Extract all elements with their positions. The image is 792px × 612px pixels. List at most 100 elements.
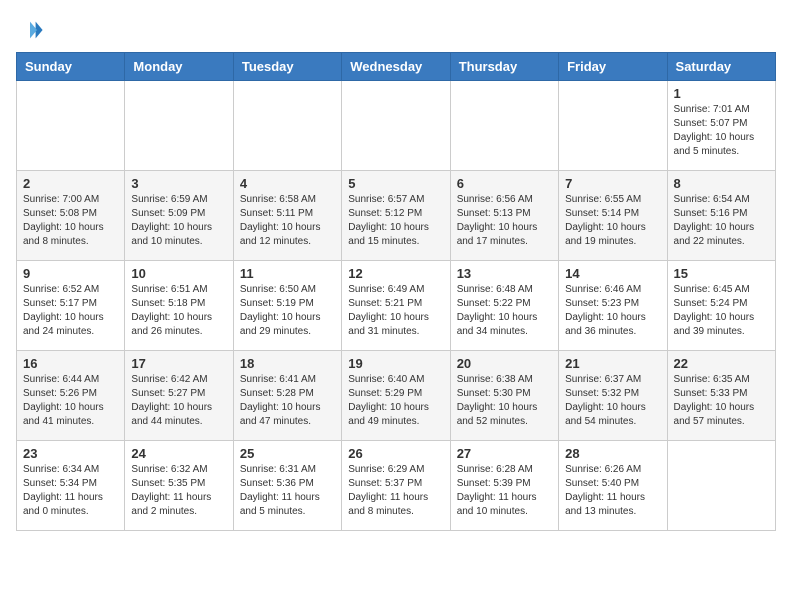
col-header-friday: Friday bbox=[559, 53, 667, 81]
day-info: Sunrise: 6:31 AM Sunset: 5:36 PM Dayligh… bbox=[240, 463, 335, 519]
day-cell: 13 Sunrise: 6:48 AM Sunset: 5:22 PM Dayli… bbox=[450, 261, 558, 351]
day-number: 25 bbox=[240, 446, 335, 461]
logo-icon bbox=[16, 16, 44, 44]
day-number: 6 bbox=[457, 176, 552, 191]
day-info: Sunrise: 6:44 AM Sunset: 5:26 PM Dayligh… bbox=[23, 373, 118, 429]
day-number: 9 bbox=[23, 266, 118, 281]
week-row-1: 1 Sunrise: 7:01 AM Sunset: 5:07 PM Daylig… bbox=[17, 81, 776, 171]
col-header-monday: Monday bbox=[125, 53, 233, 81]
day-info: Sunrise: 6:45 AM Sunset: 5:24 PM Dayligh… bbox=[674, 283, 769, 339]
day-cell: 27 Sunrise: 6:28 AM Sunset: 5:39 PM Dayli… bbox=[450, 441, 558, 531]
day-info: Sunrise: 6:58 AM Sunset: 5:11 PM Dayligh… bbox=[240, 193, 335, 249]
col-header-saturday: Saturday bbox=[667, 53, 775, 81]
day-info: Sunrise: 6:29 AM Sunset: 5:37 PM Dayligh… bbox=[348, 463, 443, 519]
day-info: Sunrise: 6:42 AM Sunset: 5:27 PM Dayligh… bbox=[131, 373, 226, 429]
day-info: Sunrise: 6:57 AM Sunset: 5:12 PM Dayligh… bbox=[348, 193, 443, 249]
logo bbox=[16, 16, 48, 44]
day-number: 12 bbox=[348, 266, 443, 281]
week-row-5: 23 Sunrise: 6:34 AM Sunset: 5:34 PM Dayli… bbox=[17, 441, 776, 531]
day-info: Sunrise: 6:32 AM Sunset: 5:35 PM Dayligh… bbox=[131, 463, 226, 519]
week-row-2: 2 Sunrise: 7:00 AM Sunset: 5:08 PM Daylig… bbox=[17, 171, 776, 261]
day-cell bbox=[17, 81, 125, 171]
week-row-3: 9 Sunrise: 6:52 AM Sunset: 5:17 PM Daylig… bbox=[17, 261, 776, 351]
day-number: 27 bbox=[457, 446, 552, 461]
day-number: 22 bbox=[674, 356, 769, 371]
day-cell bbox=[233, 81, 341, 171]
day-info: Sunrise: 6:35 AM Sunset: 5:33 PM Dayligh… bbox=[674, 373, 769, 429]
day-cell: 5 Sunrise: 6:57 AM Sunset: 5:12 PM Daylig… bbox=[342, 171, 450, 261]
day-number: 26 bbox=[348, 446, 443, 461]
day-number: 4 bbox=[240, 176, 335, 191]
day-cell bbox=[125, 81, 233, 171]
day-cell: 9 Sunrise: 6:52 AM Sunset: 5:17 PM Daylig… bbox=[17, 261, 125, 351]
day-cell: 7 Sunrise: 6:55 AM Sunset: 5:14 PM Daylig… bbox=[559, 171, 667, 261]
day-info: Sunrise: 6:51 AM Sunset: 5:18 PM Dayligh… bbox=[131, 283, 226, 339]
day-cell bbox=[667, 441, 775, 531]
day-cell: 2 Sunrise: 7:00 AM Sunset: 5:08 PM Daylig… bbox=[17, 171, 125, 261]
day-cell: 26 Sunrise: 6:29 AM Sunset: 5:37 PM Dayli… bbox=[342, 441, 450, 531]
col-header-tuesday: Tuesday bbox=[233, 53, 341, 81]
day-cell bbox=[342, 81, 450, 171]
day-cell: 22 Sunrise: 6:35 AM Sunset: 5:33 PM Dayli… bbox=[667, 351, 775, 441]
day-cell: 25 Sunrise: 6:31 AM Sunset: 5:36 PM Dayli… bbox=[233, 441, 341, 531]
day-cell: 10 Sunrise: 6:51 AM Sunset: 5:18 PM Dayli… bbox=[125, 261, 233, 351]
day-number: 10 bbox=[131, 266, 226, 281]
day-info: Sunrise: 6:56 AM Sunset: 5:13 PM Dayligh… bbox=[457, 193, 552, 249]
day-cell: 6 Sunrise: 6:56 AM Sunset: 5:13 PM Daylig… bbox=[450, 171, 558, 261]
day-number: 19 bbox=[348, 356, 443, 371]
day-number: 3 bbox=[131, 176, 226, 191]
day-info: Sunrise: 6:49 AM Sunset: 5:21 PM Dayligh… bbox=[348, 283, 443, 339]
day-number: 5 bbox=[348, 176, 443, 191]
day-cell: 21Sunrise: 6:37 AM Sunset: 5:32 PM Dayli… bbox=[559, 351, 667, 441]
day-cell: 16 Sunrise: 6:44 AM Sunset: 5:26 PM Dayli… bbox=[17, 351, 125, 441]
day-cell: 1 Sunrise: 7:01 AM Sunset: 5:07 PM Daylig… bbox=[667, 81, 775, 171]
day-cell: 15 Sunrise: 6:45 AM Sunset: 5:24 PM Dayli… bbox=[667, 261, 775, 351]
day-cell: 19 Sunrise: 6:40 AM Sunset: 5:29 PM Dayli… bbox=[342, 351, 450, 441]
day-info: Sunrise: 6:55 AM Sunset: 5:14 PM Dayligh… bbox=[565, 193, 660, 249]
day-cell: 4 Sunrise: 6:58 AM Sunset: 5:11 PM Daylig… bbox=[233, 171, 341, 261]
day-cell: 8 Sunrise: 6:54 AM Sunset: 5:16 PM Daylig… bbox=[667, 171, 775, 261]
day-number: 13 bbox=[457, 266, 552, 281]
day-info: Sunrise: 7:00 AM Sunset: 5:08 PM Dayligh… bbox=[23, 193, 118, 249]
day-number: 23 bbox=[23, 446, 118, 461]
day-info: Sunrise: 6:52 AM Sunset: 5:17 PM Dayligh… bbox=[23, 283, 118, 339]
day-info: Sunrise: 6:54 AM Sunset: 5:16 PM Dayligh… bbox=[674, 193, 769, 249]
day-number: 1 bbox=[674, 86, 769, 101]
day-number: 15 bbox=[674, 266, 769, 281]
day-info: Sunrise: 6:59 AM Sunset: 5:09 PM Dayligh… bbox=[131, 193, 226, 249]
day-info: Sunrise: 6:41 AM Sunset: 5:28 PM Dayligh… bbox=[240, 373, 335, 429]
col-header-wednesday: Wednesday bbox=[342, 53, 450, 81]
day-info: Sunrise: 6:34 AM Sunset: 5:34 PM Dayligh… bbox=[23, 463, 118, 519]
day-number: 16 bbox=[23, 356, 118, 371]
day-number: 18 bbox=[240, 356, 335, 371]
day-info: Sunrise: 6:28 AM Sunset: 5:39 PM Dayligh… bbox=[457, 463, 552, 519]
col-header-sunday: Sunday bbox=[17, 53, 125, 81]
day-cell bbox=[559, 81, 667, 171]
day-info: Sunrise: 6:37 AM Sunset: 5:32 PM Dayligh… bbox=[565, 373, 660, 429]
day-info: Sunrise: 6:48 AM Sunset: 5:22 PM Dayligh… bbox=[457, 283, 552, 339]
week-row-4: 16 Sunrise: 6:44 AM Sunset: 5:26 PM Dayli… bbox=[17, 351, 776, 441]
day-info: Sunrise: 6:50 AM Sunset: 5:19 PM Dayligh… bbox=[240, 283, 335, 339]
page-header bbox=[16, 16, 776, 44]
day-cell: 3 Sunrise: 6:59 AM Sunset: 5:09 PM Daylig… bbox=[125, 171, 233, 261]
day-cell: 28Sunrise: 6:26 AM Sunset: 5:40 PM Dayli… bbox=[559, 441, 667, 531]
calendar-table: SundayMondayTuesdayWednesdayThursdayFrid… bbox=[16, 52, 776, 531]
day-number: 2 bbox=[23, 176, 118, 191]
day-info: Sunrise: 6:46 AM Sunset: 5:23 PM Dayligh… bbox=[565, 283, 660, 339]
day-cell: 11 Sunrise: 6:50 AM Sunset: 5:19 PM Dayli… bbox=[233, 261, 341, 351]
day-info: Sunrise: 6:40 AM Sunset: 5:29 PM Dayligh… bbox=[348, 373, 443, 429]
day-number: 11 bbox=[240, 266, 335, 281]
day-number: 24 bbox=[131, 446, 226, 461]
day-cell: 14 Sunrise: 6:46 AM Sunset: 5:23 PM Dayli… bbox=[559, 261, 667, 351]
day-number: 8 bbox=[674, 176, 769, 191]
day-cell: 18 Sunrise: 6:41 AM Sunset: 5:28 PM Dayli… bbox=[233, 351, 341, 441]
day-cell: 24 Sunrise: 6:32 AM Sunset: 5:35 PM Dayli… bbox=[125, 441, 233, 531]
day-number: 14 bbox=[565, 266, 660, 281]
day-info: Sunrise: 7:01 AM Sunset: 5:07 PM Dayligh… bbox=[674, 103, 769, 159]
day-info: Sunrise: 6:38 AM Sunset: 5:30 PM Dayligh… bbox=[457, 373, 552, 429]
day-number: 7 bbox=[565, 176, 660, 191]
day-info: Sunrise: 6:26 AM Sunset: 5:40 PM Dayligh… bbox=[565, 463, 660, 519]
day-cell: 12 Sunrise: 6:49 AM Sunset: 5:21 PM Dayli… bbox=[342, 261, 450, 351]
day-cell: 17Sunrise: 6:42 AM Sunset: 5:27 PM Dayli… bbox=[125, 351, 233, 441]
calendar-header-row: SundayMondayTuesdayWednesdayThursdayFrid… bbox=[17, 53, 776, 81]
